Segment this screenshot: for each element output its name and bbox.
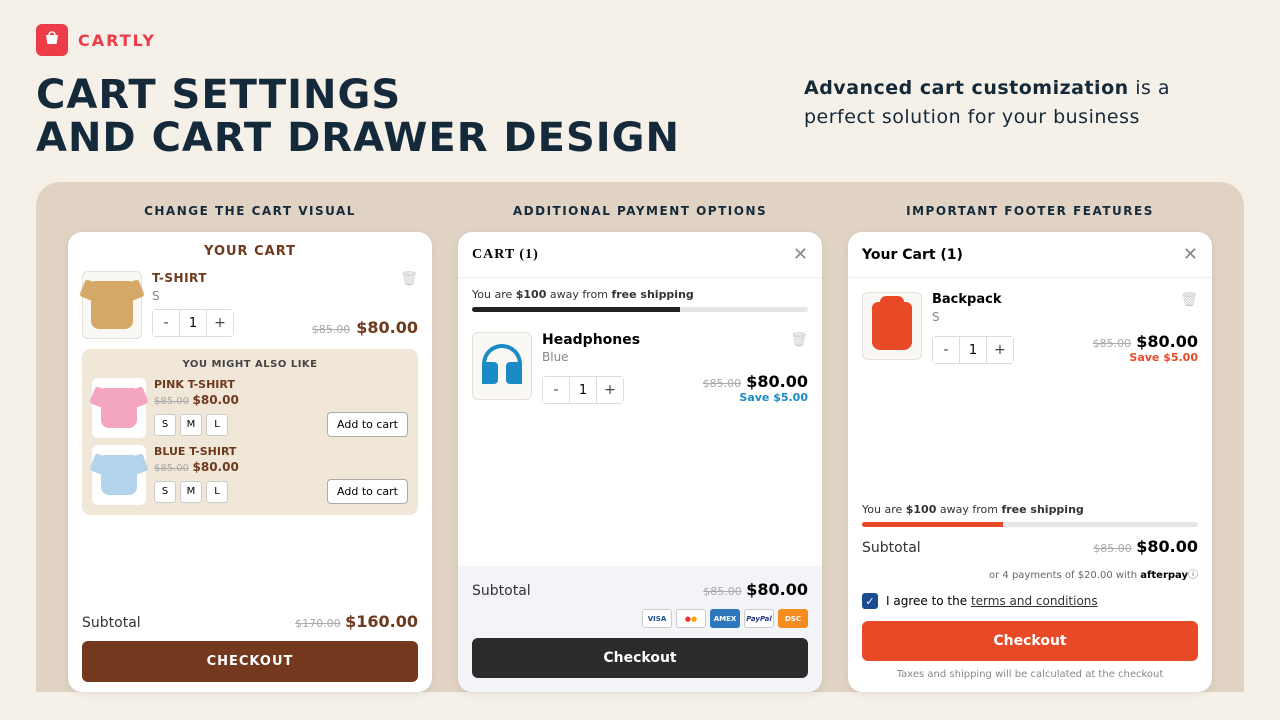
remove-icon[interactable]: 🗑 xyxy=(400,271,418,287)
add-to-cart-button[interactable]: Add to cart xyxy=(327,479,408,504)
quantity-stepper[interactable]: -1+ xyxy=(542,376,624,404)
col1-title: CHANGE THE CART VISUAL xyxy=(68,204,432,218)
item-name: T-SHIRT xyxy=(152,271,207,287)
cart-preview-2: CART (1) ✕ You are $100 away from free s… xyxy=(458,232,822,692)
cart3-item: Backpack🗑 S -1+ $85.00 $80.00Save $5.00 xyxy=(848,278,1212,378)
checkout-button[interactable]: Checkout xyxy=(862,621,1198,661)
close-icon[interactable]: ✕ xyxy=(793,244,808,265)
item-variant: S xyxy=(152,289,418,303)
hero-title: CART SETTINGSAND CART DRAWER DESIGN xyxy=(36,74,680,160)
checkout-button[interactable]: Checkout xyxy=(472,638,808,678)
product-thumb xyxy=(82,271,142,339)
cart-preview-1: YOUR CART T-SHIRT🗑 S -1+ $85.00$80.00 YO… xyxy=(68,232,432,692)
brand-name: CARTLY xyxy=(78,31,156,50)
checkout-button[interactable]: CHECKOUT xyxy=(82,641,418,682)
product-thumb xyxy=(472,332,532,400)
tax-note: Taxes and shipping will be calculated at… xyxy=(862,669,1198,680)
quantity-stepper[interactable]: -1+ xyxy=(932,336,1014,364)
terms-checkbox[interactable]: ✓I agree to the terms and conditions xyxy=(862,593,1198,609)
rec-item: PINK T-SHIRT $85.00 $80.00 SML Add to ca… xyxy=(92,378,408,438)
hero-subtitle: Advanced cart customization is a perfect… xyxy=(804,74,1244,131)
remove-icon[interactable]: 🗑 xyxy=(790,332,808,348)
col2-title: ADDITIONAL PAYMENT OPTIONS xyxy=(458,204,822,218)
payment-icons: VISA ●● AMEX PayPal DSC xyxy=(472,609,808,628)
remove-icon[interactable]: 🗑 xyxy=(1180,292,1198,308)
preview-panels: CHANGE THE CART VISUAL YOUR CART T-SHIRT… xyxy=(36,182,1244,692)
cart3-title: Your Cart (1) xyxy=(862,247,963,263)
logo-icon xyxy=(36,24,68,56)
cart2-item: Headphones🗑 Blue -1+ $85.00 $80.00Save $… xyxy=(458,318,822,418)
cart1-item: T-SHIRT🗑 S -1+ $85.00$80.00 xyxy=(68,271,432,349)
quantity-stepper[interactable]: -1+ xyxy=(152,309,234,337)
free-shipping-bar: You are $100 away from free shipping xyxy=(458,278,822,318)
rec-item: BLUE T-SHIRT $85.00 $80.00 SML Add to ca… xyxy=(92,445,408,505)
recommendations: YOU MIGHT ALSO LIKE PINK T-SHIRT $85.00 … xyxy=(82,349,418,515)
cart2-title: CART (1) xyxy=(472,247,539,263)
close-icon[interactable]: ✕ xyxy=(1183,244,1198,265)
add-to-cart-button[interactable]: Add to cart xyxy=(327,412,408,437)
product-thumb xyxy=(862,292,922,360)
cart-preview-3: Your Cart (1) ✕ Backpack🗑 S -1+ $85.00 $… xyxy=(848,232,1212,692)
brand-logo: CARTLY xyxy=(36,24,1244,56)
cart1-title: YOUR CART xyxy=(68,232,432,271)
col3-title: IMPORTANT FOOTER FEATURES xyxy=(848,204,1212,218)
free-shipping-bar: You are $100 away from free shipping xyxy=(862,503,1198,537)
